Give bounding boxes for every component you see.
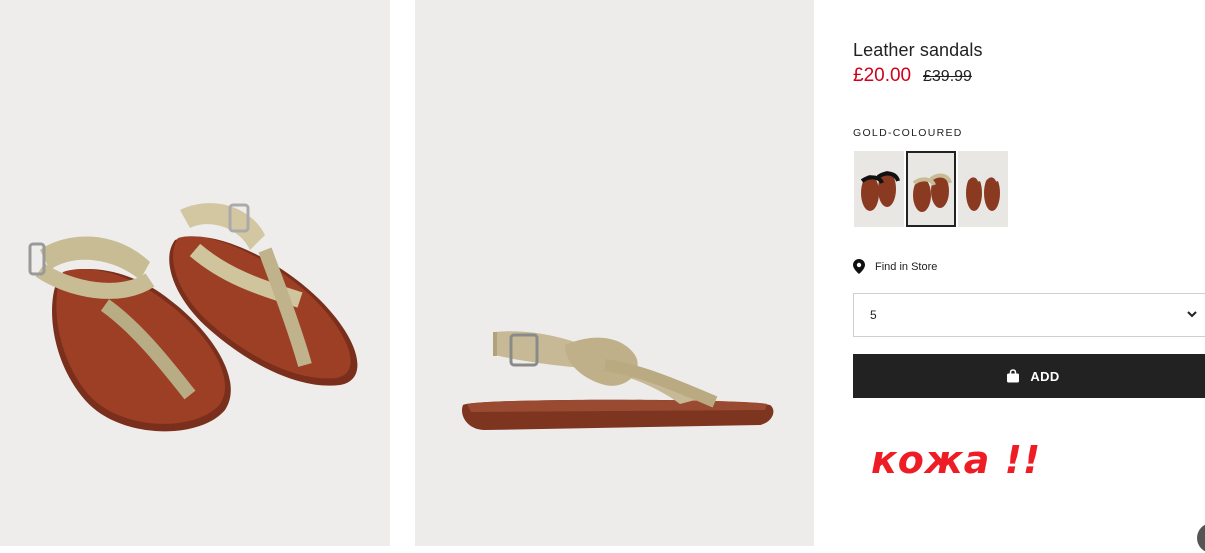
shopping-bag-icon	[1007, 369, 1020, 383]
size-select[interactable]: 5	[853, 293, 1205, 337]
product-image-pair[interactable]	[0, 0, 390, 546]
size-select-value: 5	[870, 308, 877, 322]
find-in-store-label: Find in Store	[875, 260, 938, 273]
swatch-black[interactable]	[854, 151, 904, 227]
selected-colour-label: GOLD-COLOURED	[853, 127, 963, 139]
product-image-side[interactable]	[415, 0, 814, 546]
swatch-silver-thumbnail	[965, 173, 1000, 211]
product-title: Leather sandals	[853, 40, 983, 60]
map-pin-icon	[853, 259, 865, 274]
sale-price: £20.00	[853, 65, 912, 86]
find-in-store-link[interactable]: Find in Store	[853, 259, 937, 274]
swatch-black-thumbnail	[860, 171, 900, 211]
original-price: £39.99	[923, 68, 972, 85]
handwritten-annotation: кожа !!	[871, 438, 1042, 482]
add-button-label: ADD	[1030, 368, 1060, 384]
add-to-bag-button[interactable]: ADD	[853, 354, 1205, 398]
product-details: Leather sandals £20.00 £39.99 GOLD-COLOU…	[853, 0, 1205, 546]
swatch-silver[interactable]	[958, 151, 1008, 227]
swatch-gold-thumbnail	[912, 173, 952, 212]
colour-swatches	[854, 151, 1008, 227]
sandals-pair-illustration	[28, 203, 358, 432]
swatch-gold[interactable]	[906, 151, 956, 227]
chevron-down-icon	[1187, 311, 1197, 318]
sandal-side-illustration	[461, 331, 774, 430]
